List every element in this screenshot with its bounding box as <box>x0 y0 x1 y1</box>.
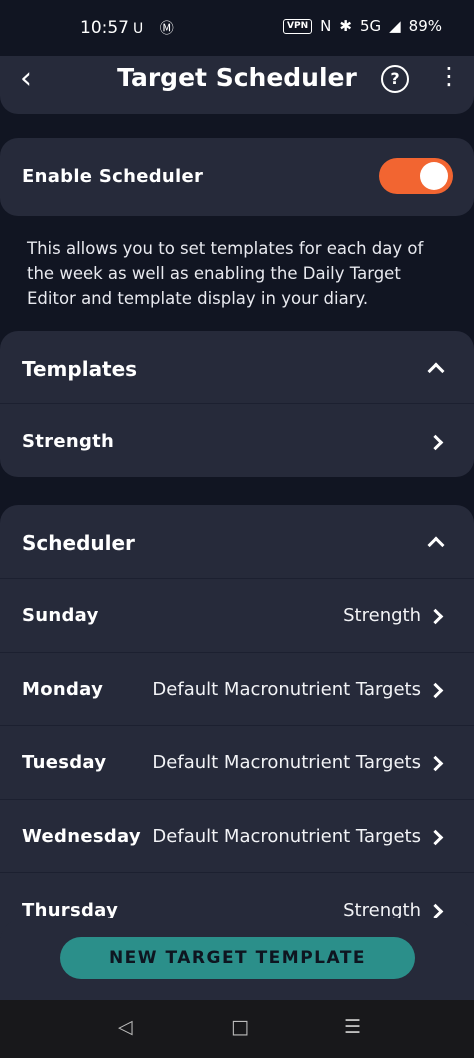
divider <box>0 578 474 579</box>
status-right-icons: VPN Ν ✱ 5G ◢ 89% <box>283 17 442 35</box>
help-icon[interactable]: ? <box>381 65 409 93</box>
more-icon[interactable]: ⋮ <box>437 64 461 88</box>
day-label: Monday <box>22 679 104 700</box>
notification-icons: ᑌ Ⓜ <box>133 21 180 37</box>
nav-back-icon[interactable]: ◁ <box>118 1016 133 1038</box>
battery-label: 89% <box>408 17 442 35</box>
day-template-value: Default Macronutrient Targets <box>152 826 421 847</box>
chevron-right-icon <box>427 903 444 920</box>
chevron-right-icon <box>427 755 444 772</box>
divider <box>0 725 474 726</box>
divider <box>0 652 474 653</box>
scheduler-description: This allows you to set templates for eac… <box>27 239 424 308</box>
nfc-icon: Ν <box>320 17 332 35</box>
system-navigation-bar: ◁ □ ☰ <box>0 1000 474 1058</box>
templates-title: Templates <box>22 357 138 381</box>
templates-section: Templates Strength <box>0 331 474 477</box>
chevron-up-icon[interactable] <box>427 362 445 380</box>
new-target-template-button[interactable]: NEW TARGET TEMPLATE <box>60 937 415 979</box>
vpn-icon: VPN <box>283 18 313 34</box>
app-bar: ‹ Target Scheduler ? ⋮ <box>0 56 474 114</box>
day-label: Wednesday <box>22 826 141 847</box>
divider <box>0 799 474 800</box>
day-label: Sunday <box>22 605 99 626</box>
status-time: 10:57 <box>80 18 129 38</box>
network-label: 5G <box>359 17 382 35</box>
signal-icon: ◢ <box>389 17 401 35</box>
template-row-label: Strength <box>22 431 115 452</box>
enable-scheduler-toggle[interactable] <box>379 158 453 194</box>
bluetooth-icon: ✱ <box>339 17 352 35</box>
chevron-right-icon <box>427 434 444 451</box>
enable-scheduler-card: Enable Scheduler <box>0 138 474 216</box>
enable-scheduler-label: Enable Scheduler <box>22 166 204 187</box>
nav-home-icon[interactable]: □ <box>231 1016 249 1038</box>
chevron-right-icon <box>427 829 444 846</box>
status-bar: 10:57 ᑌ Ⓜ VPN Ν ✱ 5G ◢ 89% <box>0 0 474 56</box>
nav-recents-icon[interactable]: ☰ <box>344 1016 361 1038</box>
day-template-value: Default Macronutrient Targets <box>152 752 421 773</box>
chevron-right-icon <box>427 682 444 699</box>
day-label: Tuesday <box>22 752 107 773</box>
scheduler-section: Scheduler Sunday Strength Monday Default… <box>0 505 474 965</box>
day-template-value: Strength <box>343 605 421 626</box>
divider <box>0 403 474 404</box>
chevron-up-icon[interactable] <box>427 536 445 554</box>
chevron-right-icon <box>427 608 444 625</box>
toggle-knob <box>420 162 448 190</box>
day-template-value: Default Macronutrient Targets <box>152 679 421 700</box>
divider <box>0 872 474 873</box>
scheduler-title: Scheduler <box>22 531 135 555</box>
